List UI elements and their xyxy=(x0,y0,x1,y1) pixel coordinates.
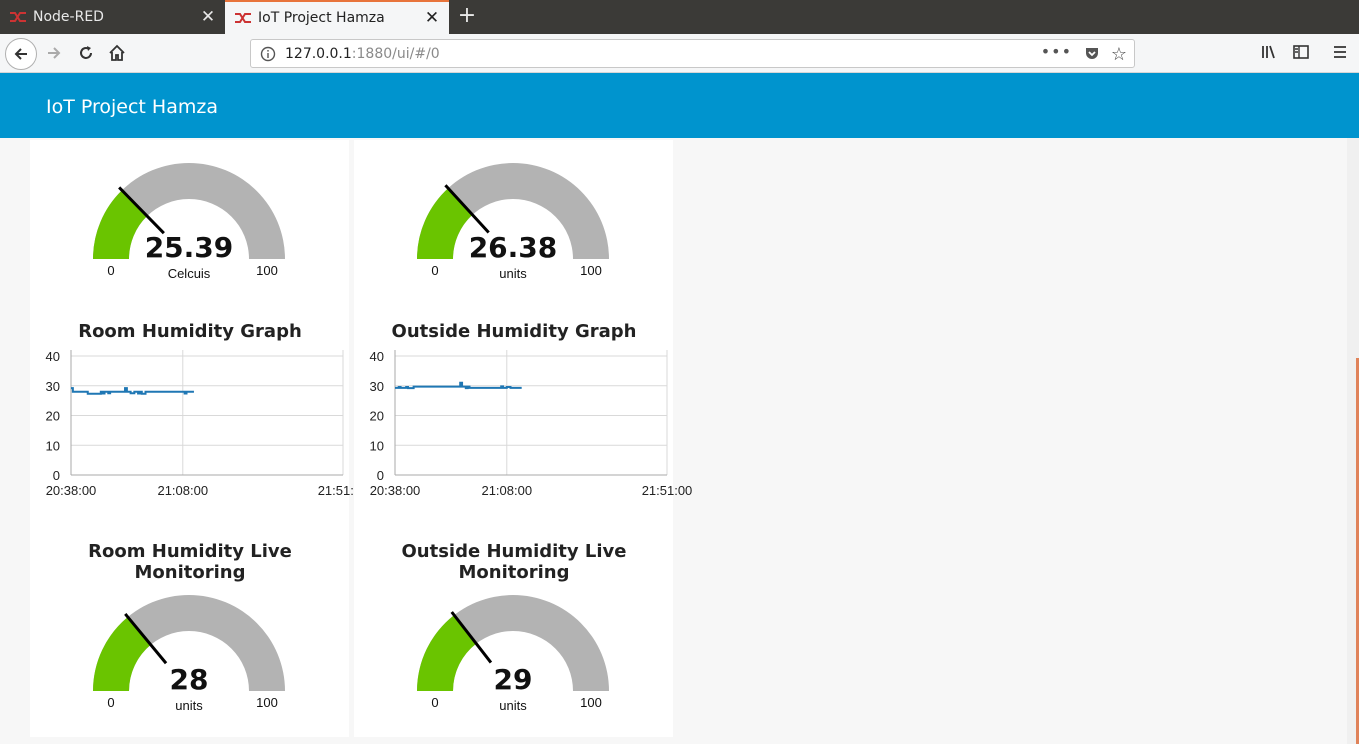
series-line xyxy=(71,387,194,395)
menu-icon[interactable] xyxy=(1331,43,1349,65)
x-tick-label: 21:51:00 xyxy=(642,483,693,498)
gauge-unit: units xyxy=(499,266,527,281)
dashboard-card-right: 26.38 units 0 100 Outside Humidity Graph 01… xyxy=(354,140,693,737)
room-humidity-chart: 01020304020:38:00 21:08:00 21:51:00 xyxy=(46,349,369,498)
back-arrow-icon xyxy=(14,48,27,60)
outside-humidity-graph-title: Outside Humidity Graph xyxy=(391,321,637,342)
room-temperature-gauge: 25.39 Celcuis 0 100 xyxy=(93,163,285,281)
gauge-max-label: 100 xyxy=(580,263,602,278)
bookmark-star-icon[interactable]: ☆ xyxy=(1111,44,1127,65)
close-tab-icon[interactable]: ✕ xyxy=(197,7,219,27)
gauge-min-label: 0 xyxy=(431,263,438,278)
x-tick-label: 21:08:00 xyxy=(481,483,532,498)
gauge-unit: units xyxy=(175,698,203,713)
reload-button[interactable] xyxy=(72,39,100,67)
y-tick-label: 30 xyxy=(370,379,384,394)
gauge-max-label: 100 xyxy=(580,695,602,710)
pocket-icon[interactable] xyxy=(1084,46,1100,66)
gauge-value: 25.39 xyxy=(145,231,234,264)
url-bar[interactable]: 127.0.0.1:1880/ui/#/0 ••• ☆ xyxy=(250,39,1135,68)
forward-button[interactable] xyxy=(40,39,68,67)
x-tick-label: 21:08:00 xyxy=(157,483,208,498)
gauge-value: 26.38 xyxy=(469,231,558,264)
x-tick-label: 20:38:00 xyxy=(370,483,421,498)
forward-arrow-icon xyxy=(48,47,61,59)
y-tick-label: 20 xyxy=(370,409,384,424)
home-button[interactable] xyxy=(103,39,131,67)
room-humidity-graph-title: Room Humidity Graph xyxy=(78,321,302,342)
y-tick-label: 20 xyxy=(46,409,60,424)
gauge-min-label: 0 xyxy=(107,695,114,710)
x-tick-label: 20:38:00 xyxy=(46,483,97,498)
y-tick-label: 0 xyxy=(377,468,384,483)
outside-humidity-chart: 0 10 20 30 40 20:38:00 21:08:00 21:51:00 xyxy=(370,349,693,498)
page-actions-icon[interactable]: ••• xyxy=(1041,42,1072,61)
close-tab-icon[interactable]: ✕ xyxy=(421,8,443,28)
home-icon xyxy=(109,44,125,61)
y-tick-label: 10 xyxy=(370,438,384,453)
tab-label: IoT Project Hamza xyxy=(258,10,385,26)
y-tick-label: 30 xyxy=(46,379,60,394)
node-red-favicon-icon xyxy=(9,10,27,24)
tab-node-red[interactable]: Node-RED ✕ xyxy=(0,0,225,34)
sidebar-icon[interactable] xyxy=(1292,43,1310,65)
y-tick-label: 40 xyxy=(370,349,384,364)
outside-humidity-gauge: 29 units 0 100 xyxy=(417,595,609,713)
gauge-max-label: 100 xyxy=(256,695,278,710)
gauge-min-label: 0 xyxy=(431,695,438,710)
back-button[interactable] xyxy=(5,38,37,70)
gauge-value: 28 xyxy=(170,663,209,696)
gauge-value: 29 xyxy=(494,663,533,696)
gauge-max-label: 100 xyxy=(256,263,278,278)
tab-label: Node-RED xyxy=(33,9,104,25)
dashboard-card-left: 25.39 Celcuis 0 100 Room Humidity Graph 0 10… xyxy=(30,140,369,737)
gauge-unit: Celcuis xyxy=(168,266,211,281)
browser-tab-bar: Node-RED ✕ IoT Project Hamza ✕ + xyxy=(0,0,1359,34)
url-host: 127.0.0.1 xyxy=(285,46,352,62)
url-text: 127.0.0.1:1880/ui/#/0 xyxy=(285,46,440,62)
y-tick-label: 40 xyxy=(46,349,60,364)
tab-iot-project[interactable]: IoT Project Hamza ✕ xyxy=(225,0,449,34)
url-path: :1880/ui/#/0 xyxy=(351,46,440,62)
y-tick-label: 10 xyxy=(46,438,60,453)
new-tab-button[interactable]: + xyxy=(455,3,479,29)
reload-icon xyxy=(80,46,92,59)
site-info-icon[interactable] xyxy=(260,46,276,66)
dashboard-title: IoT Project Hamza xyxy=(46,96,218,118)
y-tick-label: 0 xyxy=(53,468,60,483)
outside-temperature-gauge: 26.38 units 0 100 xyxy=(417,163,609,281)
room-humidity-gauge: 28 units 0 100 xyxy=(93,595,285,713)
navigation-toolbar: 127.0.0.1:1880/ui/#/0 ••• ☆ xyxy=(0,34,1359,73)
node-red-favicon-icon xyxy=(234,11,252,25)
library-icon[interactable] xyxy=(1260,43,1278,65)
gauge-unit: units xyxy=(499,698,527,713)
gauge-min-label: 0 xyxy=(107,263,114,278)
dashboard-header: IoT Project Hamza xyxy=(0,73,1359,138)
